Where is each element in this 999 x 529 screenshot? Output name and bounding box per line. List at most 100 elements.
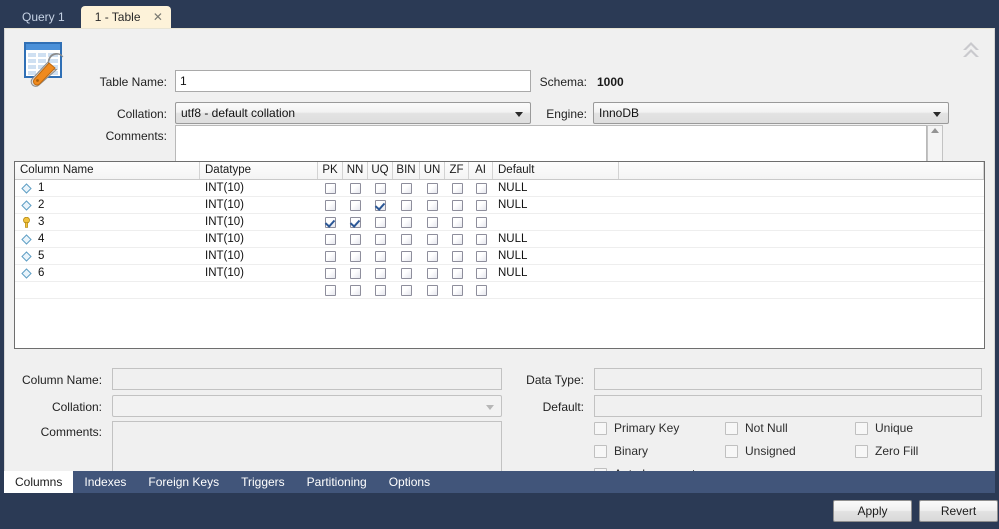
cell-uq[interactable]	[368, 265, 393, 281]
ai-checkbox[interactable]	[475, 267, 487, 279]
cell-column-name[interactable]: 6	[15, 265, 200, 281]
cell-uq[interactable]	[368, 282, 393, 298]
uq-checkbox[interactable]	[375, 284, 386, 296]
cell-un[interactable]	[420, 248, 445, 264]
nn-checkbox[interactable]	[350, 182, 361, 194]
table-row[interactable]	[15, 282, 984, 299]
table-row[interactable]: 6 INT(10) NULL	[15, 265, 984, 282]
cell-ai[interactable]	[469, 231, 493, 247]
cell-default[interactable]: NULL	[493, 180, 619, 196]
table-name-input[interactable]	[175, 70, 531, 92]
detail-data-type-input[interactable]	[594, 368, 982, 390]
uq-checkbox[interactable]	[375, 199, 386, 211]
cell-ai[interactable]	[469, 197, 493, 213]
cell-ai[interactable]	[469, 214, 493, 230]
cell-zf[interactable]	[445, 248, 469, 264]
cell-pk[interactable]	[318, 265, 343, 281]
cell-zf[interactable]	[445, 197, 469, 213]
ai-checkbox[interactable]	[475, 284, 487, 296]
cell-bin[interactable]	[393, 180, 420, 196]
cell-un[interactable]	[420, 214, 445, 230]
detail-collation-select[interactable]	[112, 395, 502, 417]
ai-checkbox[interactable]	[475, 182, 487, 194]
editor-tab-table[interactable]: 1 - Table ✕	[80, 6, 171, 28]
cell-datatype[interactable]: INT(10)	[200, 231, 318, 247]
cell-bin[interactable]	[393, 231, 420, 247]
cell-pk[interactable]	[318, 248, 343, 264]
cell-datatype[interactable]	[200, 282, 318, 298]
cell-bin[interactable]	[393, 282, 420, 298]
tab-foreign-keys[interactable]: Foreign Keys	[137, 471, 230, 493]
cell-uq[interactable]	[368, 180, 393, 196]
pk-checkbox[interactable]	[325, 216, 336, 228]
pk-checkbox[interactable]	[325, 250, 336, 262]
nn-checkbox[interactable]	[350, 233, 361, 245]
cell-ai[interactable]	[469, 265, 493, 281]
cell-extra[interactable]	[619, 197, 984, 213]
bin-checkbox[interactable]	[401, 199, 412, 211]
binary-checkbox[interactable]	[594, 445, 607, 458]
cell-zf[interactable]	[445, 265, 469, 281]
cell-bin[interactable]	[393, 214, 420, 230]
cell-extra[interactable]	[619, 180, 984, 196]
cell-nn[interactable]	[343, 180, 368, 196]
uq-checkbox[interactable]	[375, 233, 386, 245]
zero-fill-checkbox[interactable]	[855, 445, 868, 458]
tab-options[interactable]: Options	[378, 471, 441, 493]
zf-checkbox[interactable]	[451, 284, 463, 296]
bin-checkbox[interactable]	[401, 284, 412, 296]
cell-un[interactable]	[420, 180, 445, 196]
cell-default[interactable]: NULL	[493, 248, 619, 264]
cell-zf[interactable]	[445, 282, 469, 298]
cell-ai[interactable]	[469, 248, 493, 264]
cell-datatype[interactable]: INT(10)	[200, 248, 318, 264]
col-header-uq[interactable]: UQ	[368, 162, 393, 179]
unique-checkbox[interactable]	[855, 422, 868, 435]
table-row[interactable]: 3 INT(10)	[15, 214, 984, 231]
un-checkbox[interactable]	[427, 199, 438, 211]
col-header-zf[interactable]: ZF	[445, 162, 469, 179]
nn-checkbox[interactable]	[350, 284, 361, 296]
bin-checkbox[interactable]	[401, 216, 412, 228]
cell-nn[interactable]	[343, 214, 368, 230]
cell-pk[interactable]	[318, 231, 343, 247]
cell-default[interactable]: NULL	[493, 231, 619, 247]
table-row[interactable]: 4 INT(10) NULL	[15, 231, 984, 248]
ai-checkbox[interactable]	[475, 233, 487, 245]
un-checkbox[interactable]	[427, 284, 438, 296]
col-header-ai[interactable]: AI	[469, 162, 493, 179]
zf-checkbox[interactable]	[451, 199, 463, 211]
un-checkbox[interactable]	[427, 216, 438, 228]
engine-select[interactable]: InnoDB	[593, 102, 949, 124]
cell-un[interactable]	[420, 265, 445, 281]
un-checkbox[interactable]	[427, 250, 438, 262]
cell-ai[interactable]	[469, 282, 493, 298]
cell-un[interactable]	[420, 197, 445, 213]
col-header-un[interactable]: UN	[420, 162, 445, 179]
cell-bin[interactable]	[393, 248, 420, 264]
tab-partitioning[interactable]: Partitioning	[296, 471, 378, 493]
cell-column-name[interactable]: 5	[15, 248, 200, 264]
pk-checkbox[interactable]	[325, 199, 336, 211]
nn-checkbox[interactable]	[350, 267, 361, 279]
zf-checkbox[interactable]	[451, 250, 463, 262]
cell-zf[interactable]	[445, 214, 469, 230]
zf-checkbox[interactable]	[451, 216, 463, 228]
ai-checkbox[interactable]	[475, 250, 487, 262]
table-row[interactable]: 5 INT(10) NULL	[15, 248, 984, 265]
cell-ai[interactable]	[469, 180, 493, 196]
columns-grid[interactable]: Column Name Datatype PK NN UQ BIN UN ZF …	[14, 161, 985, 349]
cell-column-name[interactable]	[15, 282, 200, 298]
cell-default[interactable]	[493, 282, 619, 298]
detail-column-name-input[interactable]	[112, 368, 502, 390]
cell-extra[interactable]	[619, 231, 984, 247]
cell-pk[interactable]	[318, 214, 343, 230]
nn-checkbox[interactable]	[350, 216, 361, 228]
cell-uq[interactable]	[368, 231, 393, 247]
apply-button[interactable]: Apply	[833, 500, 912, 522]
zf-checkbox[interactable]	[451, 233, 463, 245]
tab-columns[interactable]: Columns	[4, 471, 74, 493]
cell-column-name[interactable]: 4	[15, 231, 200, 247]
scroll-up-icon[interactable]	[931, 128, 939, 133]
table-row[interactable]: 2 INT(10) NULL	[15, 197, 984, 214]
